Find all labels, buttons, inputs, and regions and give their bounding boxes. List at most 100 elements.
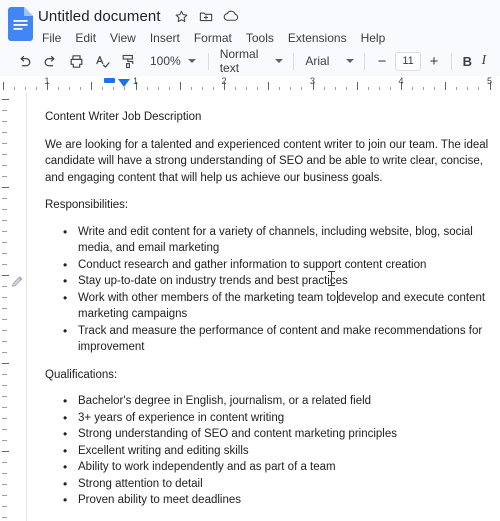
ruler-tick: [412, 87, 414, 90]
list-item: Stay up-to-date on industry trends and b…: [63, 273, 494, 290]
ruler-tick: [378, 87, 380, 90]
ruler-tick: [334, 87, 336, 90]
ruler-number: 4: [398, 76, 404, 86]
vertical-ruler-tick: [2, 121, 7, 122]
move-to-folder-icon[interactable]: [198, 9, 214, 24]
menu-item-extensions[interactable]: Extensions: [281, 29, 354, 47]
menu-item-format[interactable]: Format: [187, 29, 239, 47]
print-button[interactable]: [64, 49, 88, 73]
vertical-ruler-tick: [2, 198, 7, 199]
italic-button[interactable]: I: [476, 50, 492, 72]
vertical-ruler-tick: [2, 517, 7, 518]
vertical-ruler-tick: [2, 187, 9, 188]
zoom-selector[interactable]: 100%: [144, 49, 201, 73]
vertical-ruler-tick: [2, 264, 7, 265]
google-docs-logo[interactable]: [8, 7, 34, 41]
vertical-ruler-tick: [2, 209, 7, 210]
qualifications-label: Qualifications:: [45, 368, 118, 381]
ruler-tick: [146, 87, 148, 90]
font-family-selector[interactable]: Arial: [301, 49, 357, 73]
vertical-ruler-tick: [2, 176, 7, 177]
cloud-saved-icon[interactable]: [223, 9, 240, 23]
ruler-tick: [69, 87, 71, 90]
vertical-ruler-tick: [2, 319, 7, 320]
menu-item-file[interactable]: File: [38, 29, 68, 47]
list-item: Strong understanding of SEO and content …: [63, 426, 494, 443]
ruler-tick: [301, 87, 303, 90]
title-bar: Untitled document File Edit View Insert …: [0, 0, 500, 47]
list-item: Conduct research and gather information …: [63, 257, 494, 274]
ruler-tick: [113, 87, 115, 90]
ruler-tick: [179, 82, 181, 90]
vertical-ruler-tick: [2, 451, 9, 452]
menu-item-edit[interactable]: Edit: [68, 29, 103, 47]
ruler-tick: [246, 87, 248, 90]
undo-button[interactable]: [12, 49, 36, 73]
ruler-tick: [157, 87, 159, 90]
title-row: Untitled document: [38, 6, 500, 26]
vertical-ruler-tick: [2, 385, 7, 386]
toolbar-divider: [451, 52, 453, 70]
ruler-tick: [423, 87, 425, 90]
ruler-tick: [367, 87, 369, 90]
ruler-tick: [456, 87, 458, 90]
ruler-tick: [445, 82, 447, 90]
spellcheck-icon: [95, 55, 110, 68]
ruler-tick: [434, 87, 436, 90]
left-indent-marker[interactable]: [118, 79, 130, 87]
ruler-number: 5: [486, 76, 493, 86]
horizontal-ruler[interactable]: 1 1 2 3 4 5: [0, 76, 500, 93]
ruler-number: 3: [309, 76, 316, 86]
vertical-ruler: [0, 93, 14, 521]
ruler-tick: [257, 87, 259, 90]
ruler-number: 2: [221, 76, 227, 86]
decrease-font-size-button[interactable]: −: [372, 50, 392, 72]
ruler-tick: [2, 82, 4, 90]
ruler-tick: [345, 87, 347, 90]
vertical-ruler-tick: [2, 473, 7, 474]
menu-item-tools[interactable]: Tools: [239, 29, 281, 47]
font-size-input[interactable]: 11: [395, 51, 422, 71]
star-icon[interactable]: [174, 9, 189, 24]
redo-icon: [44, 55, 55, 66]
redo-button[interactable]: [38, 49, 62, 73]
vertical-ruler-tick: [2, 231, 7, 232]
vertical-ruler-tick: [2, 308, 7, 309]
list-item: Track and measure the performance of con…: [63, 323, 494, 356]
menu-item-view[interactable]: View: [103, 29, 143, 47]
vertical-ruler-tick: [2, 418, 7, 419]
list-item: 3+ years of experience in content writin…: [63, 410, 494, 427]
ruler-tick: [356, 82, 358, 90]
ruler-tick: [389, 87, 391, 90]
ruler-tick: [91, 82, 93, 90]
list-item: Ability to work independently and as par…: [63, 459, 494, 476]
app-header: Untitled document File Edit View Insert …: [0, 0, 500, 76]
paint-format-button[interactable]: [116, 49, 140, 73]
toolbar-divider: [364, 52, 366, 70]
menu-item-insert[interactable]: Insert: [143, 29, 187, 47]
ruler-tick: [13, 87, 15, 90]
bold-button[interactable]: B: [459, 50, 475, 72]
chevron-down-icon: [346, 59, 355, 63]
vertical-ruler-tick: [2, 363, 9, 364]
paragraph-style-selector[interactable]: Normal text: [216, 47, 287, 75]
list-item: Excellent writing and editing skills: [63, 443, 494, 460]
ruler-tick: [35, 87, 37, 90]
list-item: Bachelor's degree in English, journalism…: [63, 393, 494, 410]
ruler-tick: [124, 87, 126, 90]
list-item: Write and edit content for a variety of …: [63, 224, 494, 257]
vertical-ruler-tick: [2, 297, 7, 298]
toolbar-divider: [207, 52, 209, 70]
document-page[interactable]: Content Writer Job Description We are lo…: [27, 93, 500, 521]
qualifications-list: Bachelor's degree in English, journalism…: [45, 393, 494, 509]
editing-mode-pencil-icon[interactable]: [9, 273, 26, 290]
spellcheck-button[interactable]: [90, 49, 114, 73]
responsibilities-list: Write and edit content for a variety of …: [45, 224, 494, 356]
document-title[interactable]: Untitled document: [38, 8, 161, 25]
first-line-indent-marker[interactable]: [104, 78, 115, 83]
increase-font-size-button[interactable]: +: [424, 50, 444, 72]
responsibilities-label: Responsibilities:: [45, 199, 129, 211]
vertical-ruler-tick: [2, 286, 7, 287]
vertical-ruler-tick: [2, 165, 7, 166]
menu-item-help[interactable]: Help: [354, 29, 393, 47]
